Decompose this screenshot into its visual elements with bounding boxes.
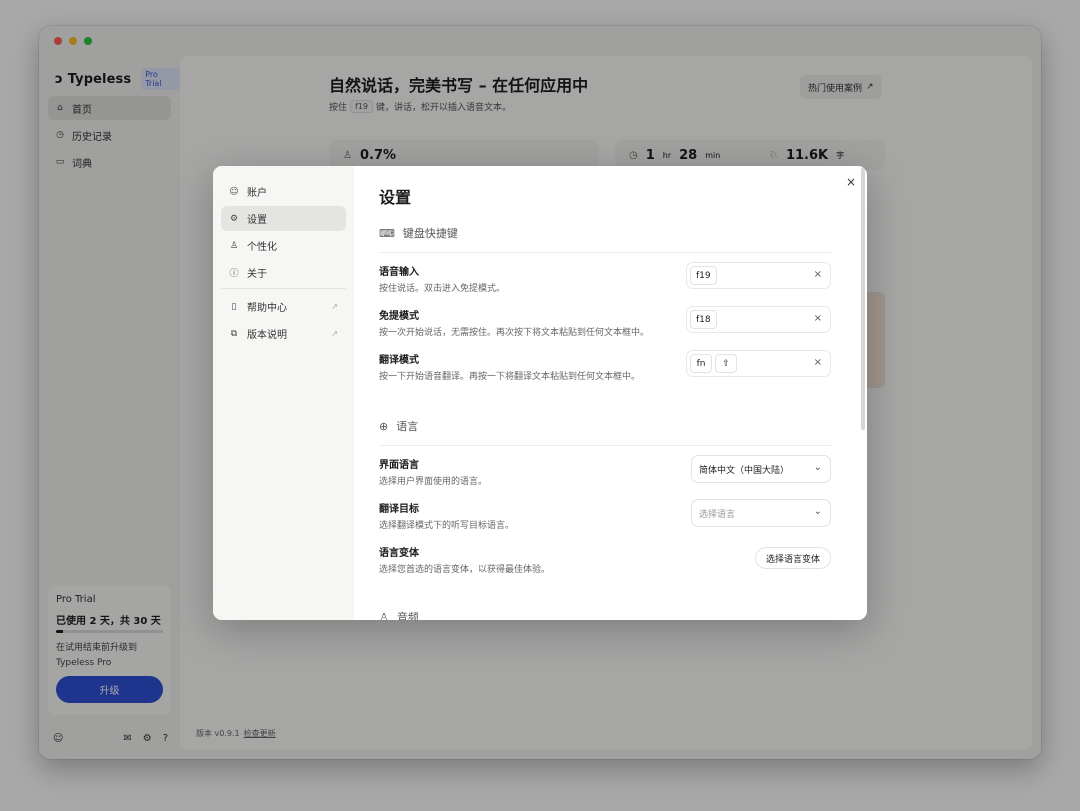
info-icon: ⓘ bbox=[229, 269, 239, 279]
row-label: 免提模式 bbox=[379, 311, 419, 322]
external-link-icon: ↗ bbox=[331, 302, 338, 311]
setting-row-ui-language: 界面语言 选择用户界面使用的语言。 简体中文（中国大陆） ⌄ bbox=[379, 447, 831, 491]
settings-modal: ☺ 账户 ⚙ 设置 ♙ 个性化 ⓘ 关于 ▯ 帮助中心 ↗ ⧉ 版本说明 ↗ 设… bbox=[213, 166, 867, 620]
clear-icon[interactable]: × bbox=[814, 269, 822, 280]
gear-icon: ⚙ bbox=[229, 213, 239, 224]
choose-variant-button[interactable]: 选择语言变体 bbox=[754, 547, 831, 569]
section-title: 音频 bbox=[396, 611, 419, 620]
settings-nav-about[interactable]: ⓘ 关于 bbox=[221, 260, 346, 285]
row-description: 按一下开始语音翻译。再按一下将翻译文本粘贴到任何文本框中。 bbox=[379, 372, 641, 382]
globe-icon: ⊕ bbox=[379, 419, 389, 433]
key-badge: f19 bbox=[690, 266, 717, 285]
row-description: 按一次开始说话，无需按住。再次按下将文本粘贴到任何文本框中。 bbox=[379, 328, 650, 338]
ui-language-select[interactable]: 简体中文（中国大陆） ⌄ bbox=[691, 455, 831, 483]
settings-content: 设置 × ⌨ 键盘快捷键 语音输入 按住说话。双击进入免提模式。 f19 × 免… bbox=[354, 166, 867, 620]
chevron-down-icon: ⌄ bbox=[813, 506, 822, 517]
section-title: 语言 bbox=[396, 420, 419, 433]
release-notes-icon: ⧉ bbox=[230, 328, 238, 339]
keyboard-shortcuts-section: ⌨ 键盘快捷键 语音输入 按住说话。双击进入免提模式。 f19 × 免提模式 按… bbox=[379, 223, 831, 386]
settings-nav-release-notes[interactable]: ⧉ 版本说明 ↗ bbox=[221, 321, 346, 346]
settings-title: 设置 bbox=[379, 188, 412, 207]
shortcut-row-voice-input: 语音输入 按住说话。双击进入免提模式。 f19 × bbox=[379, 254, 831, 298]
settings-nav-label: 设置 bbox=[247, 215, 267, 226]
row-label: 语音输入 bbox=[379, 267, 419, 278]
book-icon: ▯ bbox=[231, 301, 237, 312]
select-placeholder: 选择语言 bbox=[699, 509, 736, 520]
divider bbox=[221, 288, 346, 289]
settings-nav: ☺ 账户 ⚙ 设置 ♙ 个性化 ⓘ 关于 ▯ 帮助中心 ↗ ⧉ 版本说明 ↗ bbox=[213, 166, 354, 620]
row-description: 选择用户界面使用的语言。 bbox=[379, 477, 488, 487]
keyboard-icon: ⌨ bbox=[379, 226, 395, 240]
settings-nav-label: 关于 bbox=[247, 269, 267, 280]
divider bbox=[379, 252, 831, 253]
settings-nav-label: 版本说明 bbox=[247, 330, 287, 341]
section-header: ♙ 音频 bbox=[379, 607, 831, 621]
section-title: 键盘快捷键 bbox=[402, 227, 458, 240]
divider bbox=[379, 445, 831, 446]
clear-icon[interactable]: × bbox=[814, 313, 822, 324]
user-icon: ☺ bbox=[229, 186, 239, 197]
shortcut-field[interactable]: f18 × bbox=[686, 306, 831, 333]
settings-nav-help-center[interactable]: ▯ 帮助中心 ↗ bbox=[221, 294, 346, 319]
setting-row-translate-target: 翻译目标 选择翻译模式下的听写目标语言。 选择语言 ⌄ bbox=[379, 491, 831, 535]
settings-nav-label: 个性化 bbox=[247, 242, 277, 253]
mic-icon: ♙ bbox=[379, 610, 389, 621]
section-header: ⊕ 语言 bbox=[379, 416, 831, 436]
shift-key-icon: ⇧ bbox=[715, 354, 737, 373]
external-link-icon: ↗ bbox=[331, 329, 338, 338]
target-language-select[interactable]: 选择语言 ⌄ bbox=[691, 499, 831, 527]
row-label: 翻译目标 bbox=[379, 504, 419, 515]
row-label: 界面语言 bbox=[379, 460, 419, 471]
row-description: 选择翻译模式下的听写目标语言。 bbox=[379, 521, 515, 531]
settings-nav-label: 账户 bbox=[247, 188, 267, 199]
scrollbar[interactable] bbox=[861, 168, 865, 430]
clear-icon[interactable]: × bbox=[814, 357, 822, 368]
select-value: 简体中文（中国大陆） bbox=[699, 465, 790, 476]
setting-row-language-variant: 语言变体 选择您首选的语言变体，以获得最佳体验。 选择语言变体 bbox=[379, 535, 831, 579]
shortcut-row-hands-free: 免提模式 按一次开始说话，无需按住。再次按下将文本粘贴到任何文本框中。 f18 … bbox=[379, 298, 831, 342]
row-description: 选择您首选的语言变体，以获得最佳体验。 bbox=[379, 565, 551, 575]
section-header: ⌨ 键盘快捷键 bbox=[379, 223, 831, 243]
close-icon[interactable]: × bbox=[846, 175, 856, 189]
settings-nav-account[interactable]: ☺ 账户 bbox=[221, 179, 346, 204]
row-label: 翻译模式 bbox=[379, 355, 419, 366]
row-description: 按住说话。双击进入免提模式。 bbox=[379, 284, 506, 294]
shortcut-row-translate: 翻译模式 按一下开始语音翻译。再按一下将翻译文本粘贴到任何文本框中。 fn ⇧ … bbox=[379, 342, 831, 386]
shortcut-field[interactable]: f19 × bbox=[686, 262, 831, 289]
person-icon: ♙ bbox=[229, 240, 239, 251]
audio-section: ♙ 音频 bbox=[379, 607, 831, 621]
row-label: 语言变体 bbox=[379, 548, 419, 559]
key-badge: f18 bbox=[690, 310, 717, 329]
settings-nav-personalize[interactable]: ♙ 个性化 bbox=[221, 233, 346, 258]
shortcut-field[interactable]: fn ⇧ × bbox=[686, 350, 831, 377]
language-section: ⊕ 语言 界面语言 选择用户界面使用的语言。 简体中文（中国大陆） ⌄ 翻译目标… bbox=[379, 416, 831, 579]
settings-nav-label: 帮助中心 bbox=[247, 303, 287, 314]
settings-nav-settings[interactable]: ⚙ 设置 bbox=[221, 206, 346, 231]
chevron-down-icon: ⌄ bbox=[813, 462, 822, 473]
key-badge: fn bbox=[690, 354, 712, 373]
